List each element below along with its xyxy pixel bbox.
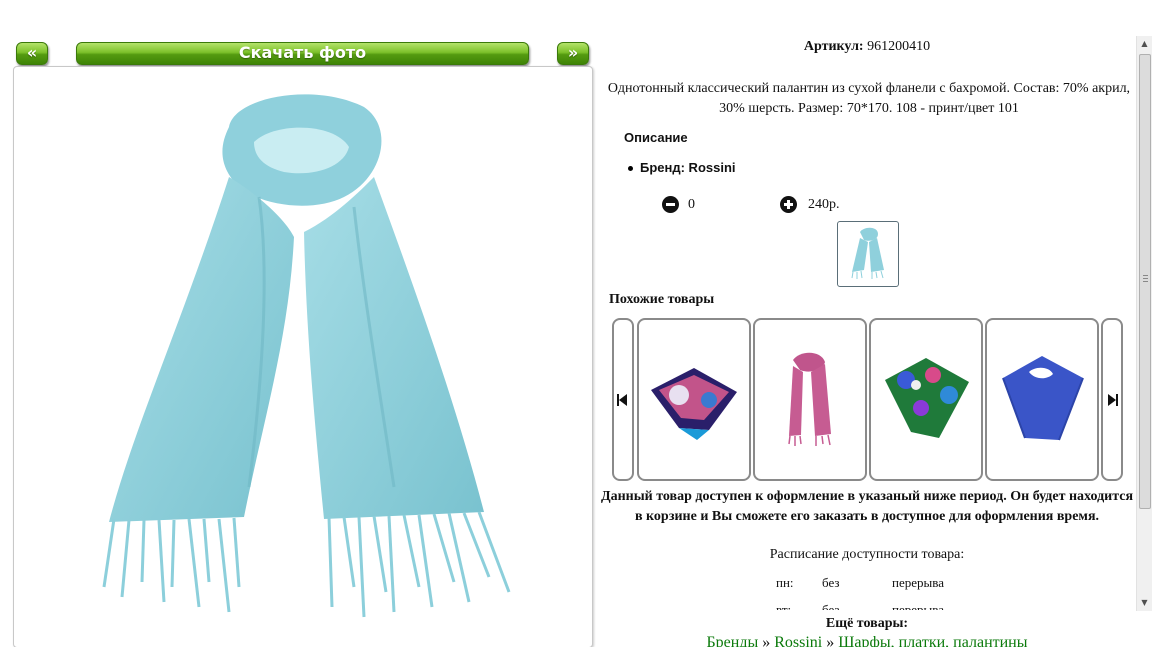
- brand-text: Бренд: Rossini: [640, 160, 736, 175]
- breadcrumb-separator: »: [762, 634, 771, 647]
- breadcrumb-rossini-link[interactable]: Rossini: [774, 634, 822, 647]
- similar-item-printed-scarf[interactable]: [637, 318, 751, 481]
- carousel-prev-button[interactable]: [612, 318, 634, 481]
- pink-scarf-image: [788, 352, 831, 446]
- skip-back-icon: [617, 394, 627, 406]
- sku-line: Артикул: 961200410: [600, 39, 1134, 55]
- scarf-image: [102, 94, 511, 618]
- green-scarf-image: [885, 358, 969, 438]
- download-photo-button[interactable]: Скачать фото: [76, 42, 529, 65]
- scroll-down-arrow-icon[interactable]: ▼: [1137, 595, 1152, 611]
- similar-item-blue-scarf[interactable]: [985, 318, 1099, 481]
- similar-products-title: Похожие товары: [609, 292, 715, 307]
- schedule-start: без: [822, 602, 840, 610]
- grip-icon: [1143, 275, 1148, 282]
- similar-item-green-floral-scarf[interactable]: [869, 318, 983, 481]
- quantity-control: 0 240р.: [662, 196, 840, 213]
- quantity-value: 0: [688, 197, 695, 212]
- skip-forward-icon: [1108, 394, 1118, 406]
- description-heading: Описание: [624, 130, 688, 145]
- brand-list-item: Бренд: Rossini: [628, 160, 736, 175]
- printed-scarf-image: [651, 368, 737, 440]
- breadcrumb: Бренды » Rossini » Шарфы, платки, палант…: [602, 634, 1132, 647]
- availability-notice: Данный товар доступен к оформление в ука…: [600, 489, 1134, 524]
- sku-value: 961200410: [867, 39, 931, 54]
- next-photo-button[interactable]: »: [557, 42, 589, 65]
- schedule-day: пн:: [776, 575, 794, 590]
- product-thumbnail[interactable]: [837, 221, 899, 287]
- minus-circle-icon[interactable]: [662, 196, 679, 213]
- sku-label: Артикул:: [803, 39, 864, 54]
- product-photo: [13, 66, 593, 647]
- plus-circle-icon[interactable]: [780, 196, 797, 213]
- scrollbar-thumb[interactable]: [1139, 54, 1151, 509]
- prev-photo-button[interactable]: «: [16, 42, 48, 65]
- vertical-scrollbar[interactable]: ▲ ▼: [1136, 36, 1152, 611]
- similar-item-pink-scarf[interactable]: [753, 318, 867, 481]
- price: 240р.: [808, 197, 840, 212]
- schedule-start: без: [822, 575, 840, 590]
- schedule-end: перерыва: [892, 602, 944, 610]
- scroll-up-arrow-icon[interactable]: ▲: [1137, 36, 1152, 52]
- breadcrumb-separator: »: [826, 634, 835, 647]
- breadcrumb-category-link[interactable]: Шарфы, платки, палантины: [838, 634, 1027, 647]
- more-products-title: Ещё товары:: [825, 616, 909, 631]
- blue-scarf-image: [1002, 356, 1084, 441]
- carousel-next-button[interactable]: [1101, 318, 1123, 481]
- schedule-end: перерыва: [892, 575, 944, 590]
- bullet-icon: [628, 166, 633, 172]
- product-info-panel: Артикул: 961200410 Однотонный классическ…: [600, 30, 1134, 610]
- product-description: Однотонный классический палантин из сухо…: [607, 81, 1131, 116]
- scarf-thumb-image: [851, 227, 884, 279]
- breadcrumb-brands-link[interactable]: Бренды: [706, 634, 758, 647]
- schedule-day: вт:: [776, 602, 792, 610]
- schedule-title: Расписание доступности товара:: [769, 547, 965, 562]
